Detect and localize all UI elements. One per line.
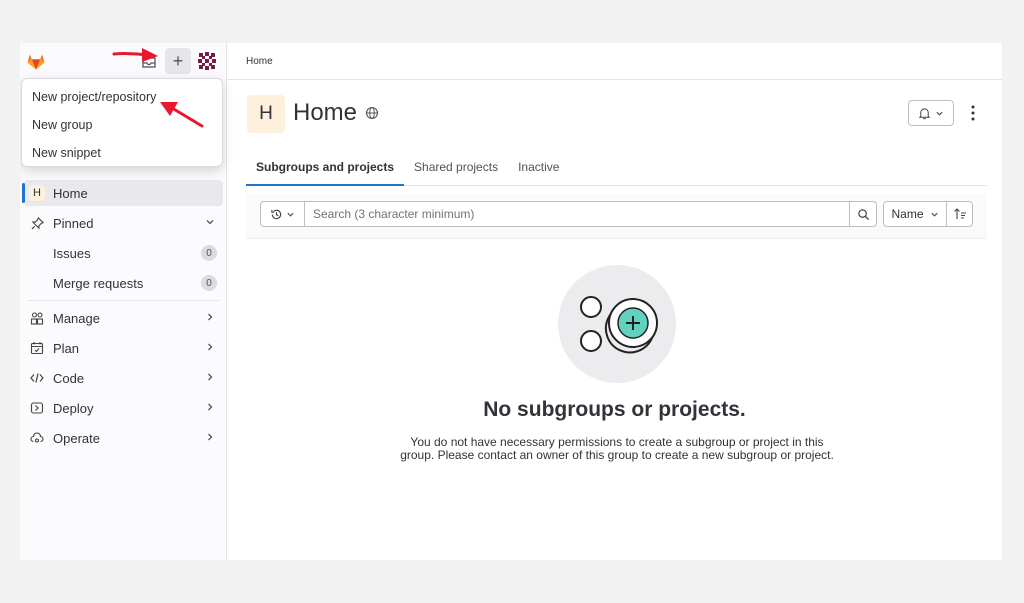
menu-item-new-group[interactable]: New group (22, 111, 222, 139)
code-icon (30, 373, 44, 383)
chevron-right-icon (208, 313, 213, 321)
sidebar-item-label: Home (53, 185, 88, 201)
top-bar: Home (227, 43, 1002, 80)
calendar-icon (30, 342, 44, 355)
sidebar-divider (28, 300, 219, 301)
sidebar-item-label: Merge requests (53, 275, 144, 291)
sidebar-item-label: Code (53, 370, 85, 386)
sidebar-top-bar: + (20, 43, 227, 79)
sidebar-item-home[interactable]: H Home (22, 180, 223, 206)
breadcrumb[interactable]: Home (246, 56, 273, 67)
empty-state-illustration (558, 265, 676, 383)
sidebar-item-operate[interactable]: Operate (24, 425, 223, 451)
menu-item-new-project[interactable]: New project/repository (22, 83, 222, 111)
search-button[interactable] (850, 201, 877, 227)
history-icon (271, 209, 282, 219)
plus-icon: + (172, 50, 184, 71)
empty-state-description: You do not have necessary permissions to… (400, 435, 834, 462)
menu-item-new-snippet[interactable]: New snippet (22, 139, 222, 167)
cloud-gear-icon (30, 432, 44, 443)
chevron-right-icon (208, 373, 213, 381)
home-group-avatar: H (29, 185, 45, 201)
count-badge: 0 (201, 245, 217, 261)
sidebar-item-label: Pinned (53, 215, 94, 231)
chevron-right-icon (208, 343, 213, 351)
sidebar-item-issues[interactable]: Issues 0 (24, 240, 223, 266)
page-title-text: Home (293, 99, 358, 126)
search-icon (857, 208, 869, 220)
chevron-down-icon (287, 212, 294, 217)
more-actions-icon[interactable] (969, 103, 977, 123)
bell-icon (918, 107, 931, 119)
sort-label: Name (891, 207, 924, 221)
create-new-button[interactable]: + (165, 48, 191, 74)
tab-subgroups-and-projects[interactable]: Subgroups and projects (246, 153, 405, 186)
create-new-dropdown: New project/repository New group New sni… (21, 78, 223, 167)
count-badge: 0 (201, 275, 217, 291)
chevron-down-icon (206, 220, 214, 225)
chevron-down-icon (936, 111, 943, 116)
tab-inactive[interactable]: Inactive (508, 153, 569, 186)
gitlab-logo-icon[interactable] (26, 51, 46, 71)
group-avatar: H (247, 95, 285, 133)
sidebar-item-code[interactable]: Code (24, 365, 223, 391)
users-icon (30, 312, 44, 325)
empty-state-title: No subgroups or projects. (483, 398, 746, 421)
sidebar-item-manage[interactable]: Manage (24, 305, 223, 331)
sidebar-item-label: Plan (53, 340, 80, 356)
chevron-down-icon (930, 212, 938, 217)
sort-dropdown[interactable]: Name (883, 201, 947, 227)
search-input[interactable] (304, 201, 850, 227)
sidebar-item-label: Manage (53, 310, 100, 326)
globe-icon (365, 106, 379, 120)
page-title: Home (293, 99, 379, 127)
user-avatar[interactable] (196, 50, 218, 72)
main-content: Home H Home Subgroups and projects Share… (227, 43, 1002, 560)
sidebar-item-label: Deploy (53, 400, 94, 416)
sidebar-item-label: Issues (53, 245, 91, 261)
sidebar-item-merge-requests[interactable]: Merge requests 0 (24, 270, 223, 296)
tab-shared-projects[interactable]: Shared projects (404, 153, 508, 186)
chevron-right-icon (208, 433, 213, 441)
sidebar-item-deploy[interactable]: Deploy (24, 395, 223, 421)
deploy-icon (30, 402, 44, 414)
app-window: + H Home Pinned Issues 0 Merge requests … (20, 43, 1002, 560)
recent-searches-button[interactable] (260, 201, 304, 227)
notification-button[interactable] (908, 100, 954, 126)
sidebar: + H Home Pinned Issues 0 Merge requests … (20, 43, 227, 560)
chevron-right-icon (208, 403, 213, 411)
sidebar-item-label: Operate (53, 430, 100, 446)
sidebar-nav: H Home Pinned Issues 0 Merge requests 0 (20, 180, 227, 455)
pin-icon (31, 216, 44, 229)
sort-direction-button[interactable] (946, 201, 973, 227)
sort-ascending-icon (953, 208, 966, 219)
todo-icon[interactable] (142, 55, 156, 69)
group-tabs: Subgroups and projects Shared projects I… (246, 153, 987, 186)
filter-bar: Name (246, 194, 987, 239)
sidebar-item-pinned[interactable]: Pinned (24, 210, 223, 236)
sidebar-item-plan[interactable]: Plan (24, 335, 223, 361)
